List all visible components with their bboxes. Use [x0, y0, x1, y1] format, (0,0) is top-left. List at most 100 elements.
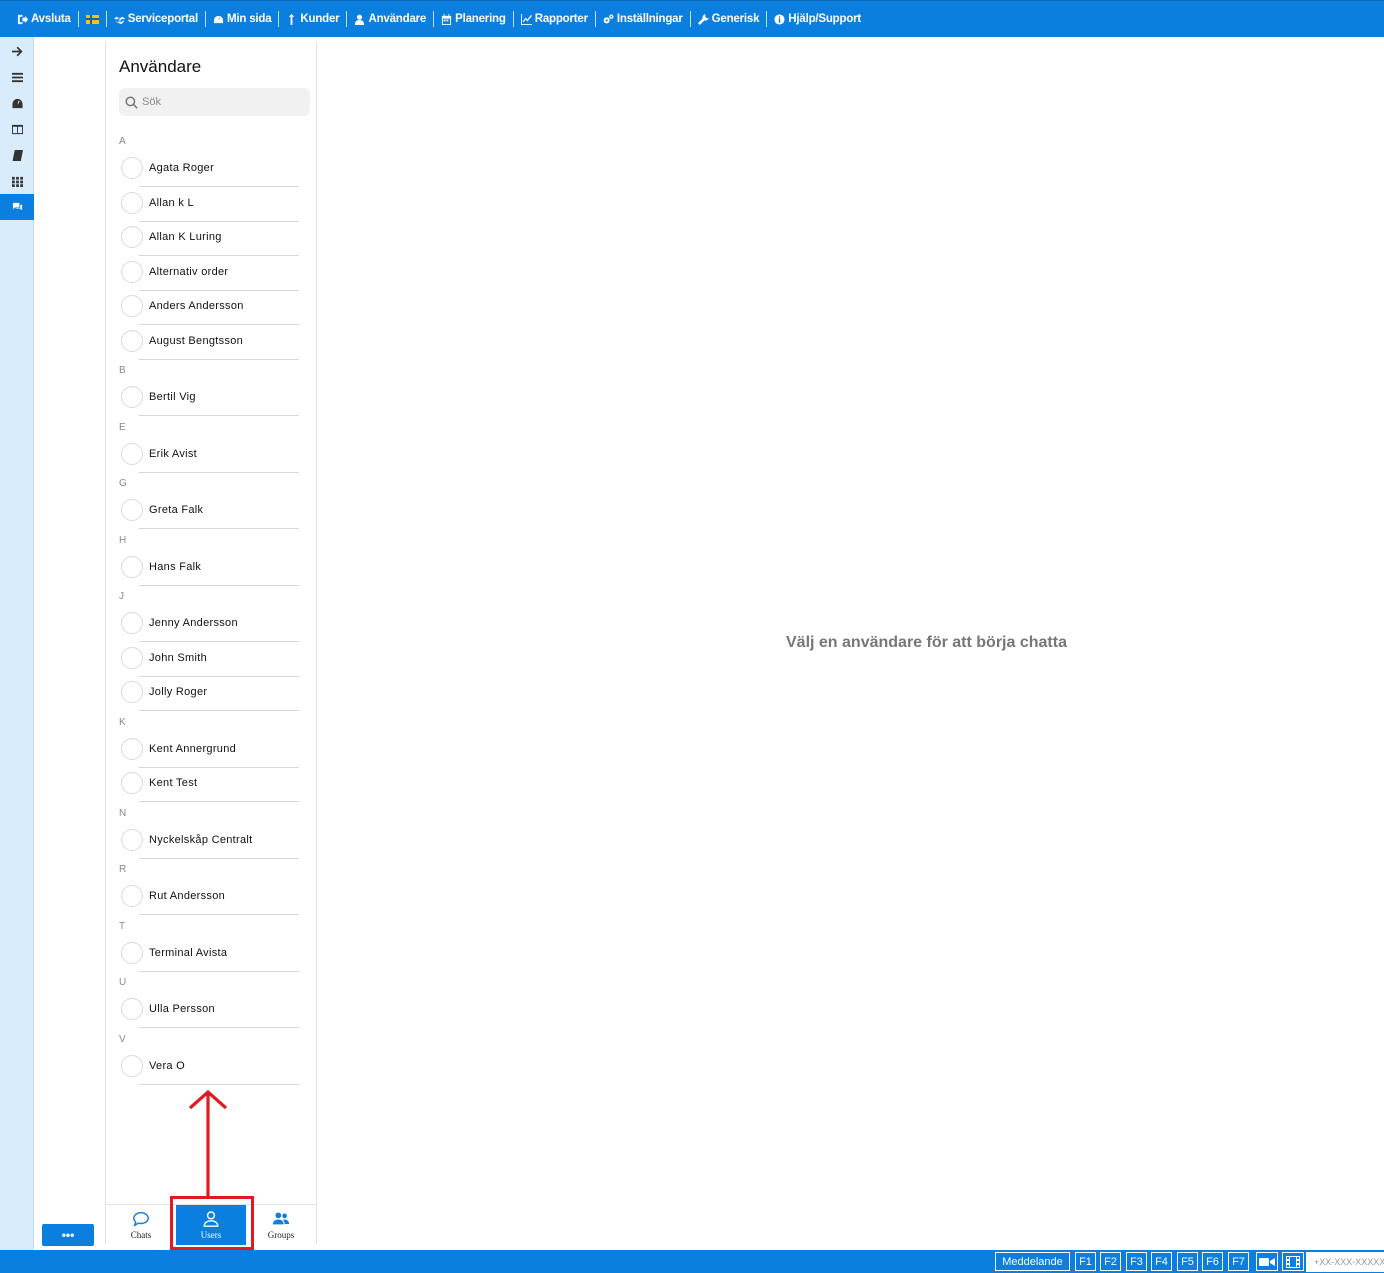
user-list-item[interactable]: Allan K Luring [119, 221, 299, 256]
user-name: Vera O [149, 1059, 186, 1072]
nav-min-sida[interactable]: Min sida [205, 11, 278, 27]
top-navigation-bar: Avsluta Serviceportal Min sida Kunder An… [0, 0, 1384, 37]
rail-grid[interactable] [0, 168, 34, 194]
language-selector[interactable] [77, 11, 106, 27]
nav-kunder[interactable]: Kunder [278, 11, 346, 27]
meddelande-button[interactable]: Meddelande [995, 1252, 1070, 1271]
user-list-item[interactable]: Anders Andersson [119, 290, 299, 325]
tab-chats[interactable]: Chats [106, 1205, 176, 1245]
user-list-item[interactable]: Bertil Vig [119, 381, 299, 416]
avatar [121, 386, 143, 408]
avatar [121, 772, 143, 794]
grid-icon [11, 176, 23, 187]
letter-header: J [119, 591, 124, 602]
letter-header: A [119, 136, 126, 147]
user-list-item[interactable]: Jolly Roger [119, 676, 299, 711]
info-icon [774, 13, 785, 25]
left-rail [0, 37, 34, 1250]
rail-expand[interactable] [0, 38, 34, 64]
user-list-item[interactable]: Hans Falk [119, 551, 299, 586]
nav-rapporter[interactable]: Rapporter [512, 11, 595, 27]
user-name: Allan k L [149, 196, 194, 209]
user-list-item[interactable]: Allan k L [119, 187, 299, 222]
user-list-item[interactable]: Agata Roger [119, 152, 299, 187]
user-list-item[interactable]: Ulla Persson [119, 993, 299, 1028]
avatar [121, 295, 143, 317]
f3-button[interactable]: F3 [1126, 1252, 1147, 1271]
rail-columns[interactable] [0, 116, 34, 142]
avatar [121, 191, 143, 214]
user-list-item[interactable]: Kent Annergrund [119, 733, 299, 768]
letter-header: H [119, 534, 127, 546]
video-button[interactable] [1256, 1252, 1278, 1271]
rail-book[interactable] [0, 142, 34, 168]
dashboard-icon [11, 98, 23, 108]
user-list-item[interactable]: August Bengtsson [119, 325, 299, 360]
empty-state-message: Välj en användare för att börja chatta [786, 634, 1067, 651]
f5-button[interactable]: F5 [1177, 1252, 1198, 1271]
user-name: Bertil Vig [149, 391, 196, 403]
avatar [121, 555, 143, 578]
search-input[interactable] [142, 96, 302, 108]
nav-installningar[interactable]: Inställningar [594, 11, 690, 27]
user-name: John Smith [149, 651, 208, 664]
nav-avsluta[interactable]: Avsluta [10, 11, 78, 27]
nav-planering[interactable]: Planering [433, 11, 513, 27]
f2-button[interactable]: F2 [1100, 1252, 1121, 1271]
user-list-item[interactable]: Kent Test [119, 767, 299, 802]
f1-button[interactable]: F1 [1075, 1252, 1096, 1271]
tab-groups[interactable]: Groups [246, 1205, 316, 1245]
person-up-icon [289, 13, 295, 25]
user-name: Nyckelskåp Centralt [149, 833, 253, 846]
book-icon [12, 149, 23, 161]
tab-groups-label: Groups [267, 1230, 295, 1240]
nav-anvandare[interactable]: Användare [346, 11, 433, 27]
rail-chat[interactable] [0, 194, 34, 220]
user-list-item[interactable]: Vera O [119, 1050, 299, 1085]
letter-header: G [119, 478, 127, 489]
annotation-highlight-box [170, 1196, 254, 1250]
row-divider [139, 1027, 299, 1028]
row-divider [139, 801, 299, 802]
user-list-item[interactable]: Nyckelskåp Centralt [119, 824, 299, 859]
user-name: Ulla Persson [149, 1003, 215, 1015]
user-list-item[interactable]: John Smith [119, 642, 299, 677]
more-button[interactable]: ••• [42, 1224, 94, 1246]
user-list-item[interactable]: Terminal Avista [119, 937, 299, 972]
user-name: Kent Annergrund [149, 742, 237, 755]
avatar [121, 646, 143, 669]
user-list-item[interactable]: Erik Avist [119, 438, 299, 473]
phone-number-field[interactable]: +XX-XXX-XXXXX [1306, 1252, 1384, 1272]
columns-icon [11, 124, 23, 134]
nav-serviceportal[interactable]: Serviceportal [105, 11, 205, 27]
search-box[interactable] [119, 88, 310, 116]
f6-button[interactable]: F6 [1202, 1252, 1223, 1271]
nav-installningar-label: Inställningar [616, 13, 683, 25]
f7-button[interactable]: F7 [1228, 1252, 1249, 1271]
user-list-item[interactable]: Alternativ order [119, 256, 299, 291]
letter-header: E [119, 421, 126, 433]
avatar [121, 941, 143, 964]
annotation-arrow [188, 1089, 228, 1198]
rail-dashboard[interactable] [0, 90, 34, 116]
user-list-item[interactable]: Rut Andersson [119, 880, 299, 915]
user-name: Alternativ order [149, 265, 229, 278]
avatar [121, 260, 143, 283]
nav-generisk[interactable]: Generisk [689, 11, 767, 27]
nav-hjalp-support-label: Hjälp/Support [788, 13, 862, 25]
nav-hjalp-support[interactable]: Hjälp/Support [766, 11, 868, 27]
avatar [121, 681, 143, 703]
user-name: Allan K Luring [149, 231, 222, 243]
film-button[interactable] [1282, 1252, 1304, 1271]
letter-header: U [119, 977, 127, 988]
f4-button[interactable]: F4 [1151, 1252, 1172, 1271]
letter-header: N [119, 807, 127, 819]
user-list-item[interactable]: Greta Falk [119, 494, 299, 529]
tab-chats-label: Chats [130, 1230, 152, 1240]
cogs-icon [603, 14, 614, 23]
list-icon [11, 72, 23, 82]
row-divider [139, 358, 299, 360]
rail-list[interactable] [0, 64, 34, 90]
user-name: Jenny Andersson [149, 617, 238, 629]
user-list-item[interactable]: Jenny Andersson [119, 607, 299, 642]
